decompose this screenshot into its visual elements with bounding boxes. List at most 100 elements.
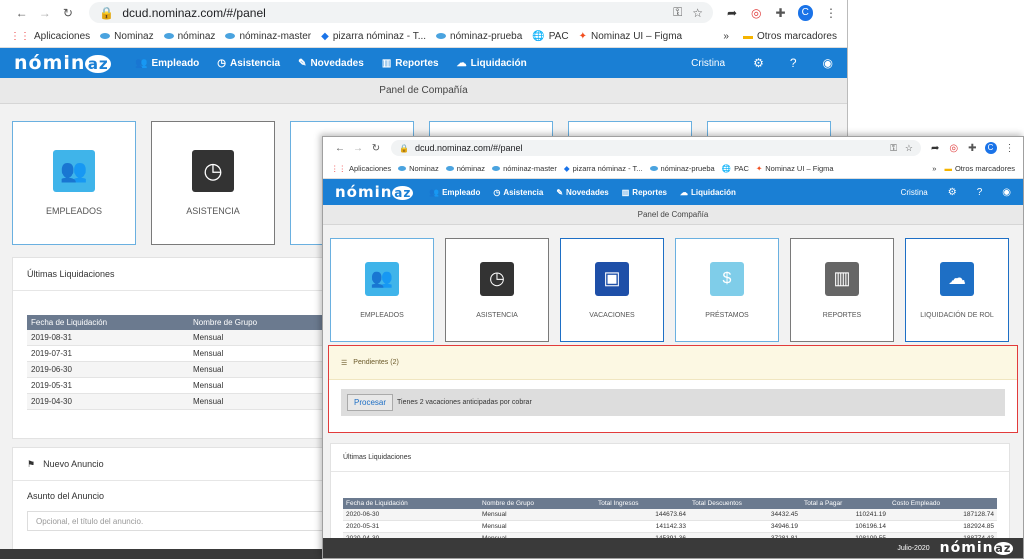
reload-icon[interactable]: ↻ xyxy=(56,6,79,20)
table-row[interactable]: 2020-05-31 Mensual 141142.33 34946.19 106196… xyxy=(343,520,997,533)
bar-chart-icon: ▥ xyxy=(381,57,392,69)
table-row[interactable]: 2020-06-30 Mensual 144673.64 34432.45 110241… xyxy=(343,509,997,521)
cloud-icon xyxy=(436,33,447,39)
bookmark-nominaz[interactable]: Nominaz xyxy=(398,164,439,173)
tile-asistencia[interactable]: ◷ ASISTENCIA xyxy=(151,121,275,245)
process-button[interactable]: Procesar xyxy=(347,394,394,411)
forward-icon[interactable]: → xyxy=(33,6,56,20)
nav-liquidacion[interactable]: ☁ Liquidación xyxy=(457,58,527,69)
profile-avatar[interactable]: C xyxy=(797,4,813,21)
bookmark-apps[interactable]: ⋮⋮ Aplicaciones xyxy=(10,31,90,42)
nav-reportes[interactable]: ▥ Reportes xyxy=(622,188,667,197)
browser-chrome: ← → ↻ 🔒 dcud.nominaz.com/#/panel ⚿ ☆ ➦ ◎… xyxy=(323,137,1023,179)
edit-icon: ✎ xyxy=(556,187,564,197)
bookmark-nominaz-2[interactable]: nóminaz xyxy=(163,31,215,42)
lock-icon: 🔒 xyxy=(399,143,409,153)
tile-vacaciones[interactable]: ▣ VACACIONES xyxy=(560,238,664,342)
menu-icon[interactable]: ⋮ xyxy=(1005,143,1015,154)
back-icon[interactable]: ← xyxy=(331,143,349,154)
cloud-icon xyxy=(445,166,454,171)
bookmark-nominaz-master[interactable]: nóminaz-master xyxy=(225,31,311,42)
share-icon[interactable]: ➦ xyxy=(931,143,939,154)
clock-icon: ◷ xyxy=(480,261,514,296)
bookmark-pac[interactable]: 🌐 PAC xyxy=(532,31,568,42)
nav-liquidacion[interactable]: ☁ Liquidación xyxy=(680,188,736,197)
pending-message: Tienes 2 vacaciones anticipadas por cobr… xyxy=(397,399,532,406)
profile-avatar[interactable]: C xyxy=(984,142,997,154)
bookmark-nominaz-prueba[interactable]: nóminaz-prueba xyxy=(649,164,715,173)
list-icon: ☰ xyxy=(341,359,348,367)
forward-icon[interactable]: → xyxy=(349,143,367,154)
panel-title: Nuevo Anuncio xyxy=(43,459,104,469)
suitcase-icon: ▣ xyxy=(595,261,629,296)
tile-reportes[interactable]: ▥ REPORTES xyxy=(790,238,894,342)
tile-empleados[interactable]: 👥 EMPLEADOS xyxy=(12,121,136,245)
address-bar[interactable]: 🔒 dcud.nominaz.com/#/panel ⚿ ☆ xyxy=(391,140,921,156)
account-icon[interactable]: ◉ xyxy=(823,56,833,70)
cloud-icon xyxy=(100,33,111,39)
bookmark-nominaz-master[interactable]: nóminaz-master xyxy=(492,164,557,173)
back-icon[interactable]: ← xyxy=(10,6,33,20)
nominaz-logo[interactable]: nómin az xyxy=(335,183,414,201)
bookmark-apps[interactable]: ⋮⋮ Aplicaciones xyxy=(331,164,391,173)
bookmark-nominaz[interactable]: Nominaz xyxy=(100,31,154,42)
star-icon[interactable]: ☆ xyxy=(692,6,703,20)
tile-empleados[interactable]: 👥 EMPLEADOS xyxy=(330,238,434,342)
help-icon[interactable]: ? xyxy=(790,56,797,70)
user-name[interactable]: Cristina xyxy=(691,58,725,69)
cloud-icon xyxy=(649,166,658,171)
cloud-icon xyxy=(398,166,407,171)
star-icon[interactable]: ☆ xyxy=(905,143,913,154)
nav-empleado[interactable]: 👥 Empleado xyxy=(429,188,480,197)
nav-asistencia[interactable]: ◷ Asistencia xyxy=(217,58,280,69)
other-bookmarks[interactable]: ▬ Otros marcadores xyxy=(944,164,1015,173)
users-icon: 👥 xyxy=(135,57,148,69)
diamond-icon: ◆ xyxy=(321,30,329,42)
cloud-upload-icon: ☁ xyxy=(679,187,688,197)
menu-icon[interactable]: ⋮ xyxy=(825,6,837,20)
nav-asistencia[interactable]: ◷ Asistencia xyxy=(493,188,543,197)
puzzle-icon[interactable]: ✚ xyxy=(776,6,786,20)
extension-icon[interactable]: ◎ xyxy=(949,143,958,154)
reload-icon[interactable]: ↻ xyxy=(367,143,385,154)
tile-liquidacion[interactable]: ☁ LIQUIDACIÓN DE ROL xyxy=(905,238,1009,342)
nav-novedades[interactable]: ✎ Novedades xyxy=(556,188,608,197)
bookmark-figma[interactable]: ✦ Nominaz UI – Figma xyxy=(579,31,683,42)
bookmark-figma[interactable]: ✦ Nominaz UI – Figma xyxy=(756,164,834,173)
user-name[interactable]: Cristina xyxy=(901,188,928,197)
page-subheader: Panel de Compañía xyxy=(0,78,847,104)
nav-empleado[interactable]: 👥 Empleado xyxy=(135,58,199,69)
tile-asistencia[interactable]: ◷ ASISTENCIA xyxy=(445,238,549,342)
bookmark-pizarra[interactable]: ◆ pizarra nóminaz - T... xyxy=(321,31,426,42)
settings-icon[interactable]: ⚙ xyxy=(753,56,764,70)
help-icon[interactable]: ? xyxy=(977,187,983,198)
tile-prestamos[interactable]: $ PRÉSTAMOS xyxy=(675,238,779,342)
users-icon: 👥 xyxy=(365,261,399,296)
nav-novedades[interactable]: ✎ Novedades xyxy=(298,58,364,69)
more-bookmarks[interactable]: » xyxy=(932,164,936,173)
extension-icon[interactable]: ◎ xyxy=(751,6,761,20)
bookmark-pac[interactable]: 🌐 PAC xyxy=(722,164,749,173)
more-bookmarks[interactable]: » xyxy=(723,31,729,42)
puzzle-icon[interactable]: ✚ xyxy=(968,143,976,154)
account-icon[interactable]: ◉ xyxy=(1002,187,1011,198)
figma-icon: ✦ xyxy=(755,164,763,173)
key-icon[interactable]: ⚿ xyxy=(890,143,897,154)
address-bar[interactable]: 🔒 dcud.nominaz.com/#/panel ⚿ ☆ xyxy=(89,2,713,23)
pending-highlight: ☰ Pendientes (2) Procesar Tienes 2 vacac… xyxy=(328,345,1018,433)
bookmark-nominaz-2[interactable]: nóminaz xyxy=(445,164,485,173)
nav-reportes[interactable]: ▥ Reportes xyxy=(382,58,439,69)
share-icon[interactable]: ➦ xyxy=(727,6,737,20)
bar-chart-icon: ▥ xyxy=(621,187,630,197)
bookmark-pizarra[interactable]: ◆ pizarra nóminaz - T... xyxy=(564,164,643,173)
key-icon[interactable]: ⚿ xyxy=(673,5,682,20)
footer-bar: Julio-2020 nómin az xyxy=(323,538,1023,558)
cloud-upload-icon: ☁ xyxy=(456,57,467,69)
settings-icon[interactable]: ⚙ xyxy=(948,187,957,198)
cloud-icon xyxy=(225,33,236,39)
pending-title: Pendientes (2) xyxy=(353,359,399,366)
other-bookmarks[interactable]: ▬ Otros marcadores xyxy=(743,31,837,42)
bookmark-nominaz-prueba[interactable]: nóminaz-prueba xyxy=(436,31,522,42)
globe-icon: 🌐 xyxy=(532,30,545,42)
nominaz-logo[interactable]: nómin az xyxy=(14,52,112,74)
